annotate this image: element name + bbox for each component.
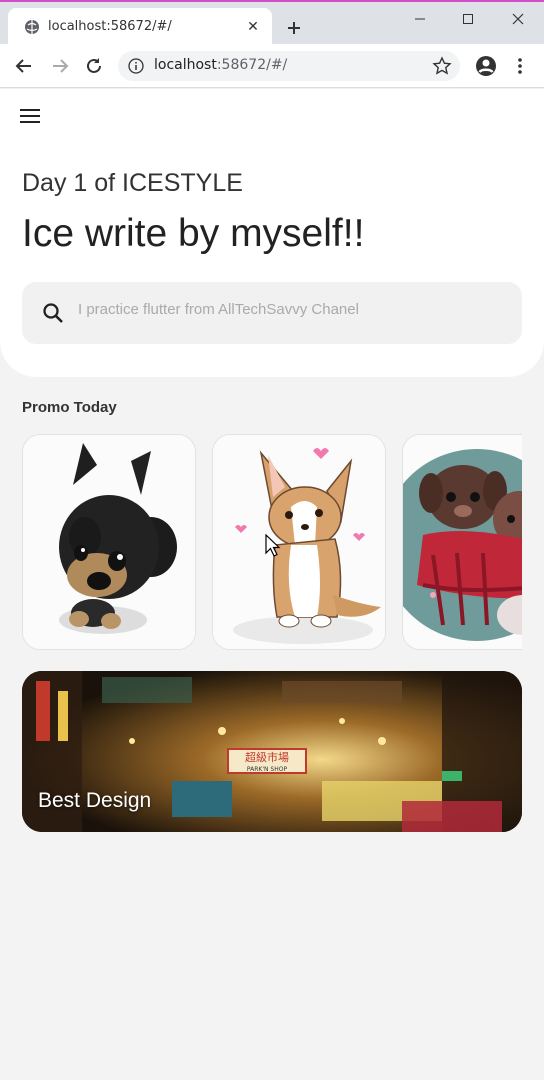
star-icon[interactable] <box>432 56 452 76</box>
maximize-icon <box>463 14 473 24</box>
forward-button[interactable] <box>46 52 74 80</box>
globe-icon <box>25 20 39 34</box>
promo-section-title: Promo Today <box>22 399 117 416</box>
puppy-image <box>23 435 195 649</box>
search-input[interactable] <box>78 301 498 318</box>
header-card: Day 1 of ICESTYLE Ice write by myself!! <box>0 89 544 377</box>
new-tab-button[interactable] <box>282 16 306 40</box>
browser-menu-button[interactable] <box>508 54 532 78</box>
app-content: Day 1 of ICESTYLE Ice write by myself!! … <box>0 89 544 1080</box>
mouse-cursor-icon <box>265 534 281 557</box>
browser-tab-strip: localhost:58672/#/ ✕ <box>0 0 544 46</box>
address-bar[interactable]: localhost:58672/#/ <box>118 51 460 81</box>
search-bar[interactable] <box>22 282 522 344</box>
promo-card-dogs-scarf[interactable] <box>402 434 522 650</box>
banner-label: Best Design <box>38 789 152 812</box>
banner-sign-text: 超級市場 <box>245 750 289 764</box>
dogs-scarf-image <box>403 435 522 649</box>
page-subtitle: Day 1 of ICESTYLE <box>22 169 243 197</box>
browser-toolbar: localhost:58672/#/ <box>0 44 544 88</box>
more-vert-icon <box>518 58 522 74</box>
page-title: Ice write by myself!! <box>22 212 365 255</box>
minimize-icon <box>415 18 425 20</box>
promo-card-puppy[interactable] <box>22 434 196 650</box>
best-design-banner[interactable]: 超級市場 PARK'N SHOP Best Design <box>22 671 522 832</box>
corgi-image <box>213 435 385 649</box>
account-icon <box>476 56 496 76</box>
arrow-right-icon <box>53 59 69 73</box>
banner-sign-subtext: PARK'N SHOP <box>247 766 288 773</box>
profile-button[interactable] <box>474 54 498 78</box>
hamburger-menu-icon[interactable] <box>18 105 44 127</box>
info-icon[interactable] <box>128 58 144 74</box>
maximize-button[interactable] <box>444 4 492 34</box>
reload-icon <box>87 58 101 73</box>
url-text: localhost:58672/#/ <box>154 57 288 73</box>
minimize-button[interactable] <box>396 4 444 34</box>
close-icon <box>512 13 524 25</box>
window-close-button[interactable] <box>494 4 542 34</box>
search-icon <box>43 303 63 323</box>
browser-tab[interactable]: localhost:58672/#/ ✕ <box>8 8 272 46</box>
promo-card-corgi[interactable] <box>212 434 386 650</box>
arrow-left-icon <box>15 59 31 73</box>
reload-button[interactable] <box>80 52 108 80</box>
close-icon[interactable]: ✕ <box>242 16 264 38</box>
tab-title: localhost:58672/#/ <box>48 19 172 34</box>
back-button[interactable] <box>10 52 38 80</box>
plus-icon <box>288 22 300 34</box>
